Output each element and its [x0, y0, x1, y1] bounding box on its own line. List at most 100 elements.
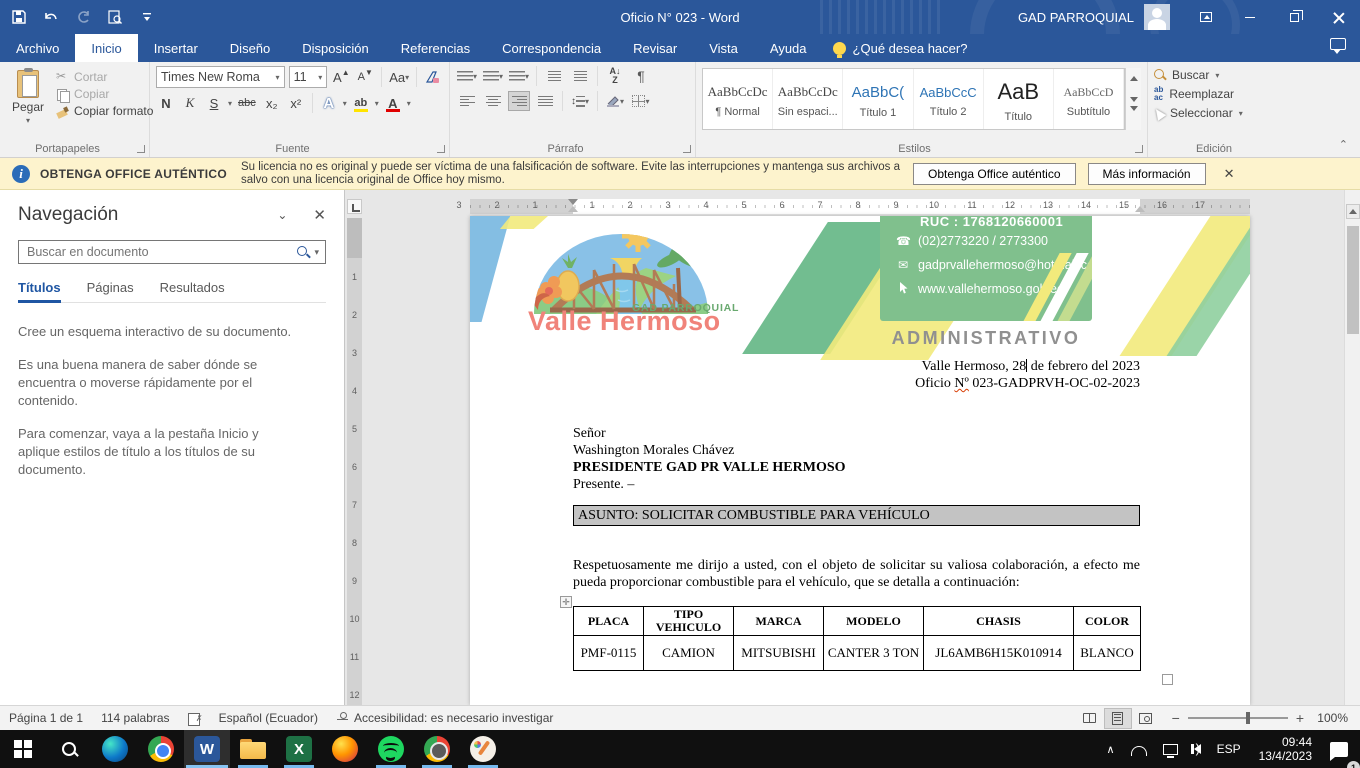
strikethrough-button[interactable]: abc	[236, 93, 258, 113]
text-effects-button[interactable]: A	[319, 93, 339, 113]
notification-center-button[interactable]: 1	[1324, 730, 1354, 768]
vertical-scrollbar[interactable]	[1344, 190, 1360, 705]
taskbar-firefox[interactable]	[322, 730, 368, 768]
tab-inicio[interactable]: Inicio	[75, 34, 137, 62]
align-center-button[interactable]	[482, 91, 504, 111]
vehicle-table[interactable]: PLACA TIPO VEHICULO MARCA MODELO CHASIS …	[573, 606, 1141, 671]
font-size-combo[interactable]: 11▾	[289, 66, 328, 88]
tab-referencias[interactable]: Referencias	[385, 34, 486, 62]
first-line-indent-marker[interactable]	[568, 199, 578, 205]
styles-more-button[interactable]	[1126, 109, 1141, 130]
word-count[interactable]: 114 palabras	[92, 711, 179, 725]
start-button[interactable]	[0, 730, 46, 768]
close-button[interactable]	[1316, 0, 1360, 34]
tray-onedrive-icon[interactable]	[1125, 730, 1153, 768]
tray-network-icon[interactable]	[1157, 730, 1184, 768]
language-indicator[interactable]: Español (Ecuador)	[210, 711, 327, 725]
zoom-level[interactable]: 100%	[1312, 711, 1348, 725]
avatar[interactable]	[1144, 4, 1170, 30]
read-mode-button[interactable]	[1076, 708, 1104, 729]
more-info-button[interactable]: Más información	[1088, 163, 1206, 185]
tab-diseno[interactable]: Diseño	[214, 34, 286, 62]
tab-insertar[interactable]: Insertar	[138, 34, 214, 62]
nav-tab-resultados[interactable]: Resultados	[160, 280, 225, 295]
proofing-status[interactable]	[179, 712, 210, 725]
style-normal[interactable]: AaBbCcDc¶ Normal	[703, 69, 773, 129]
undo-icon[interactable]	[42, 8, 60, 26]
taskbar-file-explorer[interactable]	[230, 730, 276, 768]
shading-button[interactable]: ▾	[604, 91, 626, 111]
web-layout-button[interactable]	[1132, 708, 1160, 729]
align-right-button[interactable]	[508, 91, 530, 111]
align-left-button[interactable]	[456, 91, 478, 111]
minimize-button[interactable]	[1228, 0, 1272, 34]
save-icon[interactable]	[10, 8, 28, 26]
close-warning-icon[interactable]: ✕	[1224, 166, 1235, 182]
zoom-in-icon[interactable]: +	[1296, 710, 1304, 726]
zoom-out-icon[interactable]: −	[1172, 710, 1180, 726]
print-preview-icon[interactable]	[106, 8, 124, 26]
select-button[interactable]: Seleccionar▾	[1154, 106, 1274, 120]
find-button[interactable]: Buscar▾	[1154, 68, 1274, 82]
hanging-indent-marker[interactable]	[568, 206, 578, 212]
taskbar-chrome-app[interactable]	[414, 730, 460, 768]
taskbar-paint[interactable]	[460, 730, 506, 768]
tell-me-box[interactable]: ¿Qué desea hacer?	[823, 34, 978, 62]
account-menu[interactable]: GAD PARROQUIAL	[1018, 4, 1170, 30]
sort-button[interactable]: A↓Z	[604, 66, 626, 86]
tab-disposicion[interactable]: Disposición	[286, 34, 384, 62]
right-indent-marker[interactable]	[1135, 206, 1145, 212]
style-subtitle[interactable]: AaBbCcDSubtítulo	[1054, 69, 1124, 129]
cut-button[interactable]: Cortar	[56, 70, 153, 84]
tray-expand-icon[interactable]: ∧	[1101, 730, 1121, 768]
letter-content[interactable]: Valle Hermoso, 28 de febrero del 2023 Of…	[470, 356, 1250, 671]
numbering-button[interactable]: ▾	[482, 66, 504, 86]
search-icon[interactable]	[297, 246, 310, 259]
get-office-button[interactable]: Obtenga Office auténtico	[913, 163, 1076, 185]
nav-tab-titulos[interactable]: Títulos	[18, 280, 61, 295]
taskbar-excel[interactable]: X	[276, 730, 322, 768]
document-page[interactable]: Valle Hermoso GAD PARROQUIAL RUC : 17681…	[470, 216, 1250, 705]
highlight-button[interactable]: ab	[351, 93, 371, 113]
document-search-box[interactable]: ▾	[18, 240, 326, 264]
bullets-button[interactable]: ▾	[456, 66, 478, 86]
italic-button[interactable]: K	[180, 93, 200, 113]
tray-volume-icon[interactable]	[1188, 730, 1207, 768]
copy-button[interactable]: Copiar	[56, 87, 153, 101]
nav-tab-paginas[interactable]: Páginas	[87, 280, 134, 295]
table-resize-handle[interactable]	[1162, 674, 1173, 685]
taskbar-word[interactable]: W	[184, 730, 230, 768]
zoom-slider-thumb[interactable]	[1246, 712, 1250, 724]
table-move-handle[interactable]: ✛	[560, 596, 572, 608]
print-layout-button[interactable]	[1104, 708, 1132, 729]
tab-revisar[interactable]: Revisar	[617, 34, 693, 62]
tab-selector-icon[interactable]	[347, 199, 362, 214]
page-indicator[interactable]: Página 1 de 1	[0, 711, 92, 725]
dialog-launcher-icon[interactable]	[137, 145, 145, 153]
justify-button[interactable]	[534, 91, 556, 111]
restore-button[interactable]	[1272, 0, 1316, 34]
subscript-button[interactable]: x₂	[262, 93, 282, 113]
styles-scroll-up[interactable]	[1126, 68, 1141, 89]
style-heading1[interactable]: AaBbC(Título 1	[843, 69, 913, 129]
style-title[interactable]: AaBTítulo	[984, 69, 1054, 129]
clear-formatting-button[interactable]	[423, 67, 443, 87]
nav-pane-chevron-icon[interactable]: ⌄	[277, 208, 287, 222]
taskbar-edge[interactable]	[92, 730, 138, 768]
redo-icon[interactable]	[74, 8, 92, 26]
dialog-launcher-icon[interactable]	[683, 145, 691, 153]
style-no-spacing[interactable]: AaBbCcDcSin espaci...	[773, 69, 843, 129]
tray-clock[interactable]: 09:44 13/4/2023	[1251, 735, 1320, 763]
tray-language[interactable]: ESP	[1211, 730, 1247, 768]
nav-pane-close-icon[interactable]: ✕	[313, 206, 326, 224]
tab-correspondencia[interactable]: Correspondencia	[486, 34, 617, 62]
vertical-ruler[interactable]: 123456789101112	[347, 218, 362, 705]
taskbar-spotify[interactable]	[368, 730, 414, 768]
grow-font-button[interactable]: A▲	[331, 67, 351, 87]
taskbar-chrome[interactable]	[138, 730, 184, 768]
scrollbar-thumb[interactable]	[1347, 226, 1359, 334]
replace-button[interactable]: abacReemplazar	[1154, 86, 1274, 102]
font-name-combo[interactable]: Times New Roma▾	[156, 66, 285, 88]
dialog-launcher-icon[interactable]	[437, 145, 445, 153]
ribbon-display-options-button[interactable]	[1184, 0, 1228, 34]
